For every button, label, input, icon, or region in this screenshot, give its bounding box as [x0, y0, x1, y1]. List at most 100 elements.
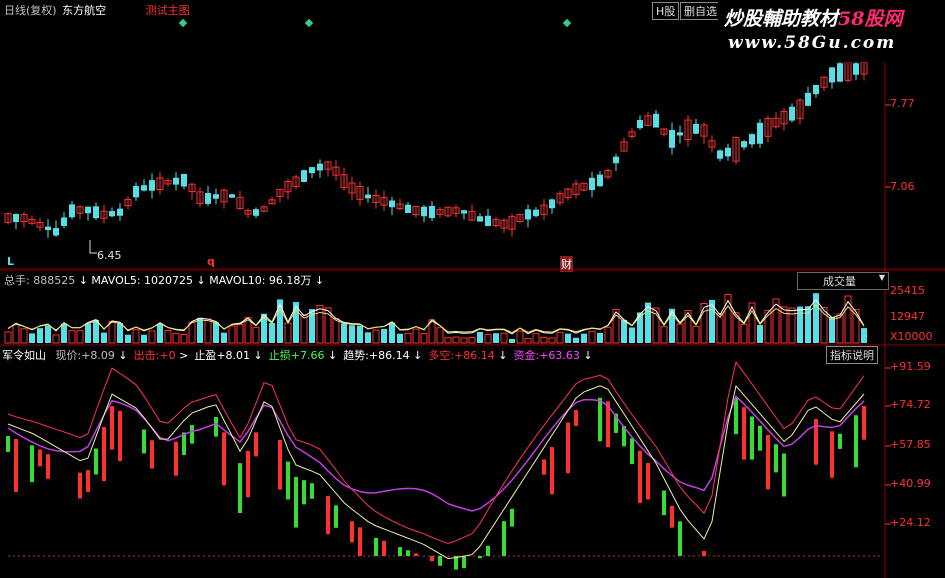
candle-body: [613, 156, 619, 164]
volume-bar: [284, 322, 292, 344]
candle-body: [461, 210, 467, 214]
candle-body: [669, 130, 675, 148]
arrow-icon: ↓: [579, 349, 593, 362]
candle-body: [309, 167, 315, 174]
candle-body: [429, 205, 435, 219]
indicator-item: 多空:+86.14 ↓: [428, 349, 507, 362]
volume-bar: [509, 338, 515, 343]
indicator-item-label: 多空:: [428, 349, 455, 362]
volume-bar: [141, 334, 147, 343]
candle-body: [133, 185, 139, 198]
candle-body: [789, 106, 795, 121]
l-marker: L: [7, 255, 15, 268]
candle-body: [213, 194, 219, 199]
total-volume-label: 总手: 888525: [4, 274, 76, 287]
volume-bar: [349, 325, 355, 343]
volume-bar: [724, 294, 732, 344]
signal-diamond: [562, 18, 572, 28]
volume-bar: [573, 337, 579, 343]
volume-bar: [397, 333, 403, 343]
remove-self-select-button[interactable]: 删自选: [680, 2, 721, 20]
period-label[interactable]: 日线(复权): [4, 4, 57, 17]
volume-bar: [45, 325, 51, 343]
candle-body: [317, 163, 323, 171]
indicator-name: 军令如山: [2, 349, 46, 362]
candle-body: [93, 206, 99, 219]
volume-bar: [213, 322, 219, 343]
volume-bar: [444, 337, 452, 344]
candle-body: [85, 206, 91, 214]
watermark-title: 炒股輔助教材58股网: [724, 4, 902, 31]
volume-bar: [372, 329, 380, 344]
volume-header: 总手: 888525 ↓ MAVOL5: 1020725 ↓ MAVOL10: …: [4, 274, 325, 287]
indicator-selector[interactable]: 成交量 ▼: [797, 272, 889, 290]
volume-bar: [4, 331, 12, 344]
volume-panel[interactable]: 总手: 888525 ↓ MAVOL5: 1020725 ↓ MAVOL10: …: [0, 270, 945, 346]
volume-bar: [477, 332, 483, 343]
indicator-panel[interactable]: 军令如山 现价:+8.09 ↓ 出击:+0 > 止盈+8.01 ↓ 止损+7.66 ↓…: [0, 346, 945, 578]
volume-bar: [676, 323, 684, 344]
indicator-chart: [6, 346, 891, 578]
volume-bar: [805, 306, 811, 343]
stock-name: 东方航空: [62, 4, 107, 17]
volume-bar: [692, 325, 700, 344]
volume-bar: [188, 321, 196, 344]
signal-diamond: [178, 18, 188, 28]
volume-bar: [164, 329, 172, 344]
indicator-help-button[interactable]: 指标说明: [826, 346, 878, 364]
indicator-item-label: 止损: [268, 349, 291, 362]
volume-bar: [341, 323, 347, 343]
candle-body: [717, 150, 723, 159]
indicator-item-label: 止盈: [194, 349, 217, 362]
indicator-item-value: +86.14: [454, 349, 495, 362]
candle-body: [829, 67, 835, 83]
candle-body: [741, 141, 747, 148]
chart-header: 日线(复权) 东方航空 测试主图: [4, 2, 190, 18]
volume-bar: [621, 319, 627, 343]
volume-bar: [740, 323, 748, 344]
volume-bar: [532, 333, 540, 344]
volume-bar: [597, 332, 603, 343]
volume-bar: [748, 302, 756, 344]
candle-body: [61, 217, 67, 226]
volume-axis-label: 25415: [890, 284, 925, 297]
indicator-axis-label: +24.12: [890, 516, 931, 529]
volume-bar: [108, 321, 116, 344]
indicator-item-value: +86.14: [368, 349, 410, 362]
candle-body: [477, 216, 483, 222]
volume-bar: [221, 332, 227, 343]
indicator-item: 资金:+63.63 ↓: [514, 349, 593, 362]
indicator-item-value: +8.01: [216, 349, 251, 362]
volume-bar: [484, 333, 492, 344]
h-share-button[interactable]: H股: [652, 2, 680, 20]
candle-body: [69, 204, 75, 218]
candle-body: [13, 213, 19, 223]
candle-body: [637, 119, 643, 129]
candle-body: [549, 199, 555, 209]
volume-bar: [548, 337, 556, 344]
signal-diamond: [304, 18, 314, 28]
volume-bar: [20, 328, 28, 344]
volume-bar: [52, 334, 60, 344]
indicator-item-value: +7.66: [290, 349, 325, 362]
q-marker: q: [207, 255, 215, 268]
mavol5-label: MAVOL5: 1020725: [91, 274, 194, 287]
indicator-item-value: +8.09: [81, 349, 115, 362]
candle-body: [533, 209, 539, 217]
volume-bar: [132, 329, 140, 344]
candle-body: [405, 204, 411, 213]
mavol10-line: [7, 304, 865, 334]
indicator-axis-label: +91.59: [890, 360, 931, 373]
volume-bar: [228, 325, 236, 344]
arrow-icon: ↓: [494, 349, 508, 362]
volume-bar: [37, 328, 43, 343]
volume-bar: [813, 293, 819, 343]
candle-body: [109, 211, 115, 217]
arrow-icon: ↓: [250, 349, 263, 362]
template-label[interactable]: 测试主图: [146, 4, 190, 17]
volume-bar: [493, 333, 499, 343]
volume-bar: [797, 306, 803, 343]
volume-bar: [61, 323, 67, 343]
volume-bar: [12, 324, 20, 344]
volume-bar: [357, 325, 363, 343]
